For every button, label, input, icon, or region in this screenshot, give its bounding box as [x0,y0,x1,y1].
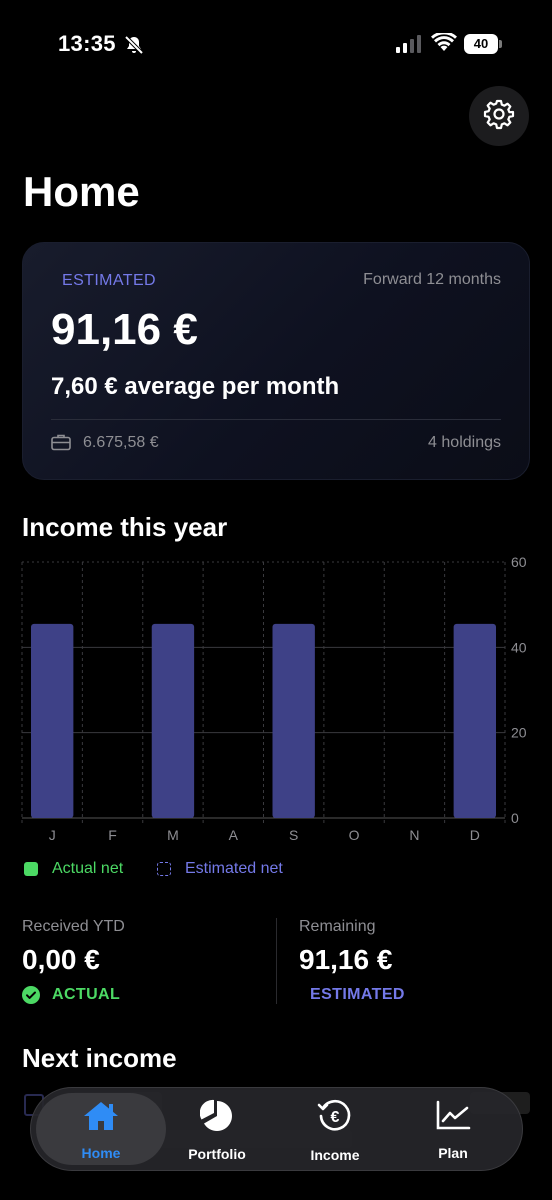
line-chart-icon [435,1100,471,1137]
y-tick-label: 0 [511,810,519,826]
x-tick-label: J [49,827,56,843]
nav-plan[interactable]: Plan [398,1088,508,1172]
bar-D [453,623,496,818]
holdings-count: 4 holdings [428,434,501,451]
x-tick-label: M [167,827,179,843]
period-label: Forward 12 months [363,271,501,288]
svg-text:€: € [331,1109,340,1126]
nav-income[interactable]: € Income [280,1088,390,1172]
estimate-card[interactable]: ESTIMATED Forward 12 months 91,16 € 7,60… [22,242,530,480]
pie-chart-icon [199,1099,234,1138]
bottom-nav: Home Portfolio € Income Plan [30,1087,523,1171]
euro-cycle-icon: € [317,1098,353,1139]
portfolio-value: 6.675,58 € [83,434,159,451]
x-tick-label: N [409,827,419,843]
legend-actual-label: Actual net [52,860,124,877]
bar-S [272,623,315,818]
stats-divider [276,918,277,1004]
x-tick-label: F [108,827,117,843]
received-ytd-label: Received YTD [22,918,125,935]
legend-estimated[interactable]: Estimated net [157,860,283,878]
status-time: 13:35 [58,31,116,56]
x-tick-label: A [229,827,239,843]
cellular-signal-icon [396,35,422,58]
briefcase-icon [51,433,71,456]
income-chart: 0 20 40 60 J F M A S O N D [21,554,527,843]
nav-plan-label: Plan [438,1144,468,1161]
checkmark-circle-icon [22,986,40,1004]
bar-M [151,623,195,818]
settings-button[interactable] [469,86,529,146]
nav-home-label: Home [81,1144,121,1161]
legend-estimated-label: Estimated net [185,860,283,877]
nav-income-label: Income [310,1146,360,1163]
x-tick-label: D [470,827,480,843]
received-ytd-block: Received YTD 0,00 € ACTUAL [22,918,125,1004]
x-tick-label: O [349,827,360,843]
card-divider [51,419,501,420]
legend-actual-swatch [24,862,38,876]
remaining-block: Remaining 91,16 € ESTIMATED [299,918,405,1004]
nav-home[interactable]: Home [46,1088,156,1172]
legend-actual[interactable]: Actual net [24,860,123,878]
estimated-label: ESTIMATED [62,272,156,289]
legend-estimated-swatch [157,862,171,876]
house-icon [82,1100,120,1137]
x-tick-label: S [289,827,298,843]
actual-badge-label: ACTUAL [52,986,121,1003]
remaining-value: 91,16 € [299,944,393,975]
battery-icon: 40 [464,34,502,54]
y-tick-label: 60 [511,554,527,570]
average-per-month: 7,60 € average per month [51,373,340,400]
next-income-title: Next income [22,1043,177,1073]
estimated-amount: 91,16 € [51,305,198,354]
remaining-label: Remaining [299,918,376,935]
estimated-badge: ESTIMATED [310,986,405,1004]
status-bar: 13:35 40 [0,0,552,90]
page-title: Home [23,168,140,215]
received-ytd-value: 0,00 € [22,944,100,975]
wifi-icon [431,31,457,58]
battery-level: 40 [464,34,498,54]
actual-badge: ACTUAL [22,986,125,1004]
bell-slash-icon [124,35,144,60]
y-tick-label: 20 [511,725,527,741]
income-section-title: Income this year [22,512,228,542]
estimated-badge-label: ESTIMATED [310,986,405,1003]
nav-portfolio[interactable]: Portfolio [162,1088,272,1172]
nav-portfolio-label: Portfolio [188,1145,246,1162]
y-tick-label: 40 [511,639,527,655]
bar-J [31,623,74,818]
gear-icon [483,98,515,135]
